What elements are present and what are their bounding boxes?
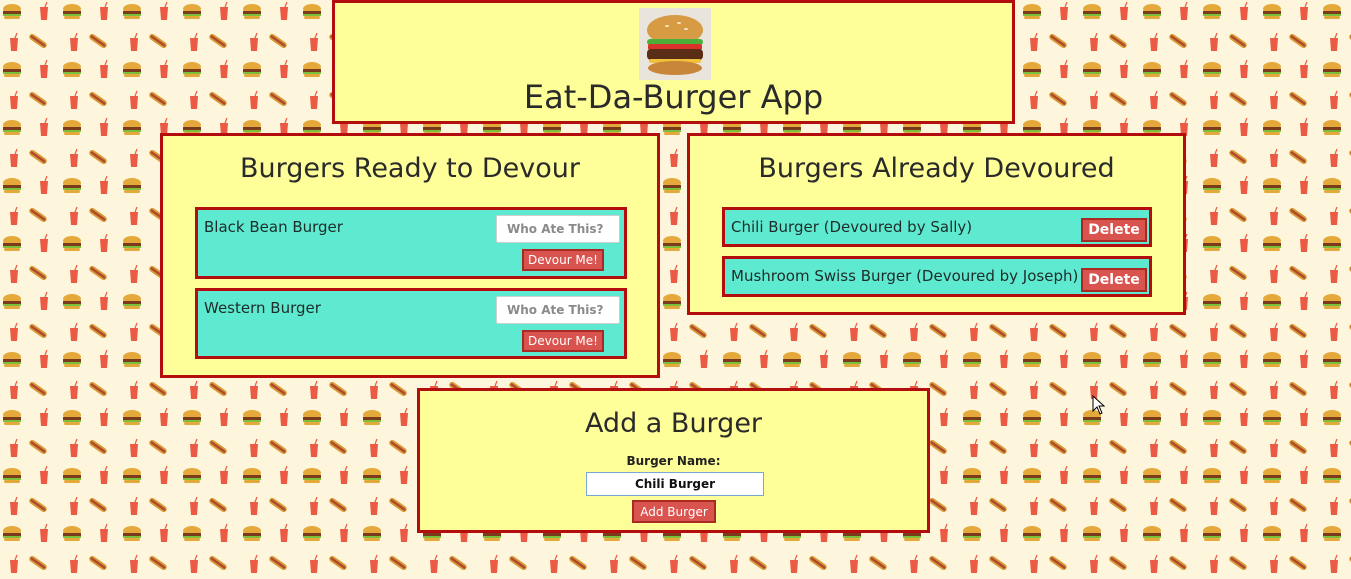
- devoured-burger-card: Mushroom Swiss Burger (Devoured by Josep…: [722, 256, 1152, 297]
- devoured-burger-text: Mushroom Swiss Burger (Devoured by Josep…: [731, 267, 1079, 285]
- header-panel: Eat-Da-Burger App: [332, 0, 1015, 124]
- devoured-panel-title: Burgers Already Devoured: [758, 153, 1115, 184]
- devour-me-button[interactable]: Devour Me!: [522, 249, 604, 271]
- burger-photo-icon: [639, 8, 711, 80]
- add-burger-button[interactable]: Add Burger: [632, 500, 716, 523]
- burger-name-label: Burger Name:: [626, 454, 721, 468]
- ready-to-devour-panel: Burgers Ready to Devour Black Bean Burge…: [160, 133, 660, 378]
- burger-name-input[interactable]: [586, 472, 764, 496]
- mouse-cursor-icon: [1092, 395, 1106, 415]
- devoured-burger-card: Chili Burger (Devoured by Sally) Delete: [722, 207, 1152, 247]
- devoured-burger-text: Chili Burger (Devoured by Sally): [731, 218, 973, 236]
- add-burger-panel: Add a Burger Burger Name: Add Burger: [417, 388, 930, 533]
- devour-me-button[interactable]: Devour Me!: [522, 330, 604, 352]
- add-burger-title: Add a Burger: [584, 408, 763, 439]
- ready-burger-card: Black Bean Burger Devour Me!: [195, 207, 627, 279]
- who-ate-this-input[interactable]: [496, 296, 620, 324]
- delete-button[interactable]: Delete: [1081, 218, 1147, 242]
- who-ate-this-input[interactable]: [496, 215, 620, 243]
- ready-panel-title: Burgers Ready to Devour: [240, 153, 580, 184]
- burger-name: Western Burger: [204, 299, 321, 317]
- app-title: Eat-Da-Burger App: [523, 78, 824, 116]
- already-devoured-panel: Burgers Already Devoured Chili Burger (D…: [687, 133, 1186, 315]
- burger-name: Black Bean Burger: [204, 218, 343, 236]
- delete-button[interactable]: Delete: [1081, 268, 1147, 292]
- ready-burger-card: Western Burger Devour Me!: [195, 288, 627, 359]
